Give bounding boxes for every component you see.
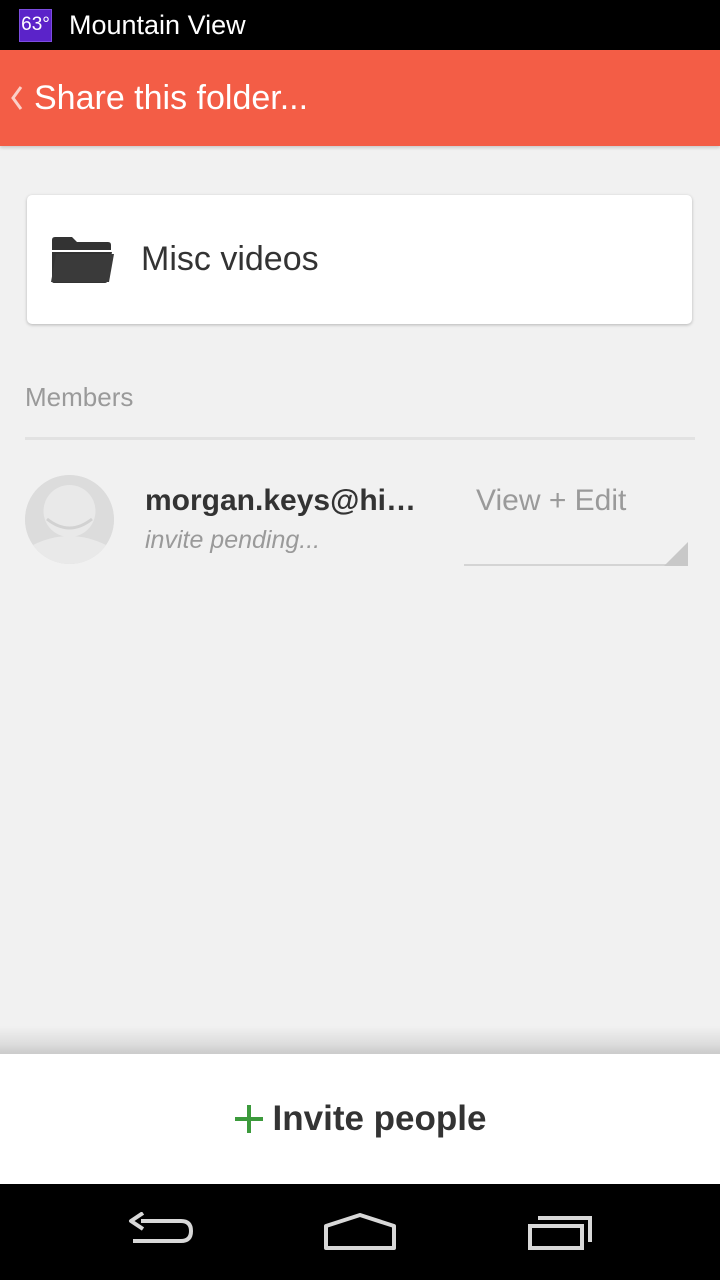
- members-section-label: Members: [25, 382, 134, 412]
- chevron-left-icon[interactable]: [6, 78, 28, 118]
- folder-card: Misc videos: [27, 195, 692, 324]
- plus-icon: [234, 1105, 263, 1133]
- permission-underline: [464, 564, 688, 566]
- action-bar: Share this folder...: [0, 50, 720, 146]
- member-email: morgan.keys@hi…: [145, 484, 416, 517]
- share-folder-screen: 63° Mountain View Share this folder... M…: [0, 0, 720, 1280]
- status-location: Mountain View: [69, 9, 246, 40]
- action-bar-title[interactable]: Share this folder...: [34, 79, 308, 118]
- folder-icon: [51, 236, 114, 283]
- invite-people-label: Invite people: [272, 1099, 487, 1138]
- avatar: [25, 475, 114, 564]
- default-avatar-icon: [25, 475, 114, 564]
- folder-name: Misc videos: [141, 240, 319, 278]
- member-row[interactable]: morgan.keys@hi… invite pending... View +…: [0, 470, 720, 570]
- permission-dropdown[interactable]: View + Edit: [464, 470, 688, 566]
- navigation-bar: [0, 1184, 720, 1280]
- weather-badge: 63°: [19, 8, 52, 42]
- member-status: invite pending...: [145, 526, 321, 554]
- back-icon[interactable]: [110, 1194, 210, 1270]
- dropdown-arrow-icon: [664, 542, 688, 566]
- recents-icon[interactable]: [510, 1194, 610, 1270]
- invite-people-button[interactable]: Invite people: [0, 1054, 720, 1184]
- home-icon[interactable]: [310, 1194, 410, 1270]
- permission-value: View + Edit: [476, 484, 627, 517]
- status-bar: 63° Mountain View: [0, 0, 720, 50]
- bottom-shadow: [0, 1026, 720, 1054]
- section-divider: [25, 437, 695, 440]
